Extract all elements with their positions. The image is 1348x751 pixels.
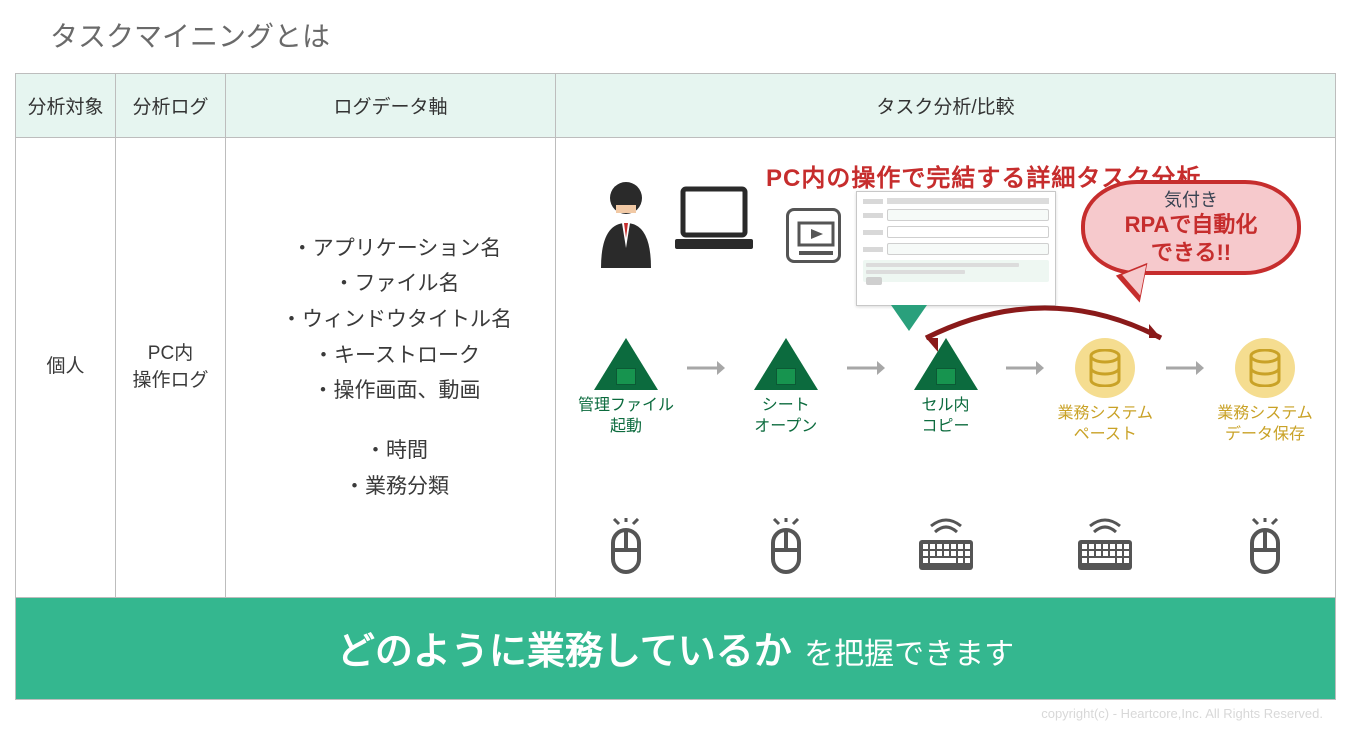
cell-task: PC内の操作で完結する詳細タスク分析: [556, 138, 1336, 598]
header-task: タスク分析/比較: [556, 74, 1336, 138]
axis-item: ・時間: [256, 433, 537, 469]
form-pointer-icon: [891, 305, 927, 331]
axis-item: ・業務分類: [256, 469, 537, 505]
step-label: コピー: [921, 418, 969, 435]
axis-item: ・ファイル名: [256, 266, 537, 302]
db-circle-icon: [1235, 338, 1295, 398]
bubble-line2: できる!!: [1151, 239, 1231, 267]
footer-band: どのように業務しているか を把握できます: [16, 598, 1335, 699]
laptop-icon: [671, 183, 761, 263]
step-label: セル内: [921, 397, 969, 414]
axis-item: ・キーストローク: [256, 338, 537, 374]
step-excel: シートオープン: [726, 338, 846, 438]
device-row: [566, 518, 1325, 583]
page-title: タスクマイニングとは: [50, 15, 1333, 55]
step-excel: 管理ファイル起動: [566, 338, 686, 438]
step-label: シート: [762, 397, 810, 414]
footer-strong: どのように業務しているか: [337, 631, 792, 673]
speech-bubble: 気付き RPAで自動化 できる!!: [1081, 180, 1301, 275]
step-label: 管理ファイル: [578, 397, 674, 414]
axis-item: ・ウィンドウタイトル名: [256, 302, 537, 338]
arrow-icon: [1006, 342, 1044, 394]
excel-triangle-icon: [754, 338, 818, 390]
bubble-line1: RPAで自動化: [1125, 211, 1258, 239]
bubble-top: 気付き: [1164, 189, 1218, 212]
step-label: 業務システム: [1057, 405, 1153, 422]
mouse-icon: [1205, 518, 1325, 583]
cell-log: PC内 操作ログ: [116, 138, 226, 598]
cell-axis: ・アプリケーション名 ・ファイル名 ・ウィンドウタイトル名 ・キーストローク ・…: [226, 138, 556, 598]
step-excel: セル内コピー: [886, 338, 1006, 438]
header-row: 分析対象 分析ログ ログデータ軸 タスク分析/比較: [16, 74, 1336, 138]
step-label: 業務システム: [1217, 405, 1313, 422]
step-label: 起動: [610, 418, 642, 435]
excel-triangle-icon: [914, 338, 978, 390]
header-axis: ログデータ軸: [226, 74, 556, 138]
person-icon: [586, 178, 686, 273]
body-row: 個人 PC内 操作ログ ・アプリケーション名 ・ファイル名 ・ウィンドウタイトル…: [16, 138, 1336, 598]
form-mock: [856, 191, 1056, 306]
db-circle-icon: [1075, 338, 1135, 398]
axis-item: ・アプリケーション名: [256, 231, 537, 267]
footer-row: どのように業務しているか を把握できます: [16, 598, 1336, 700]
mouse-icon: [566, 518, 686, 583]
cell-target: 個人: [16, 138, 116, 598]
step-db: 業務システムデータ保存: [1205, 338, 1325, 446]
keyboard-icon: [886, 518, 1006, 583]
keyboard-icon: [1045, 518, 1165, 583]
step-label: ペースト: [1074, 426, 1137, 443]
mouse-icon: [726, 518, 846, 583]
task-mining-table: 分析対象 分析ログ ログデータ軸 タスク分析/比較 個人 PC内 操作ログ ・ア…: [15, 73, 1336, 700]
arrow-icon: [1166, 342, 1204, 394]
copyright: copyright(c) - Heartcore,Inc. All Rights…: [15, 706, 1333, 721]
video-icon: [786, 208, 841, 263]
footer-rest: を把握できます: [804, 638, 1014, 671]
arrow-icon: [847, 342, 885, 394]
step-row: 管理ファイル起動 シートオープン セル内コピー: [566, 338, 1325, 446]
header-log: 分析ログ: [116, 74, 226, 138]
step-label: データ保存: [1225, 426, 1305, 443]
log-line2: 操作ログ: [132, 370, 208, 391]
step-db: 業務システムペースト: [1045, 338, 1165, 446]
header-target: 分析対象: [16, 74, 116, 138]
log-line1: PC内: [148, 343, 193, 364]
task-diagram: PC内の操作で完結する詳細タスク分析: [556, 138, 1335, 597]
excel-triangle-icon: [594, 338, 658, 390]
axis-item: ・操作画面、動画: [256, 373, 537, 409]
arrow-icon: [687, 342, 725, 394]
step-label: オープン: [754, 418, 817, 435]
